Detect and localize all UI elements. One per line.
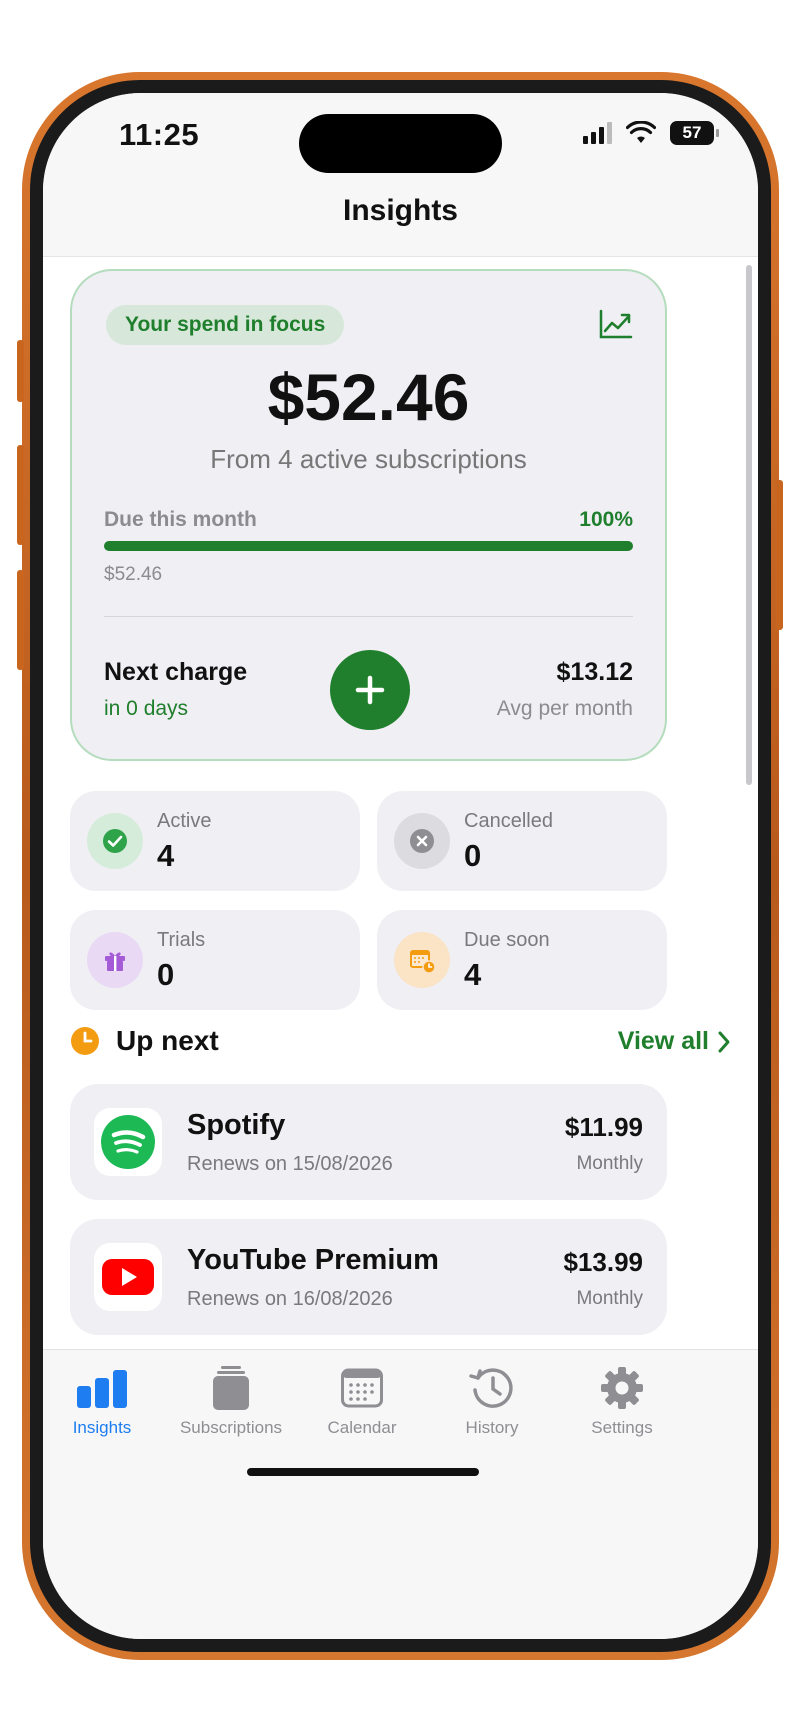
tab-history[interactable]: History	[422, 1364, 562, 1438]
avg-monthly-label: Avg per month	[496, 697, 633, 720]
subscription-cycle: Monthly	[576, 1288, 643, 1309]
tab-label: History	[465, 1418, 519, 1437]
stat-cancelled[interactable]: Cancelled 0	[377, 791, 667, 891]
gift-icon	[105, 952, 125, 971]
avg-monthly-amount: $13.12	[556, 658, 633, 686]
subscription-name: Spotify	[187, 1109, 286, 1141]
home-indicator[interactable]	[247, 1468, 479, 1476]
x-circle-icon	[410, 829, 434, 853]
tab-calendar[interactable]: Calendar	[292, 1364, 432, 1438]
checkmark-icon	[103, 829, 127, 853]
tab-settings[interactable]: Settings	[552, 1364, 692, 1438]
volume-down-button	[17, 570, 24, 670]
next-charge-label: Next charge	[104, 658, 248, 686]
stat-label: Active	[157, 810, 212, 832]
subscription-price: $11.99	[564, 1112, 643, 1142]
youtube-logo	[94, 1243, 162, 1311]
dynamic-island	[299, 114, 502, 173]
trend-chart-icon[interactable]	[599, 309, 633, 339]
stat-icon-wrap	[394, 813, 450, 869]
due-progress-fill	[104, 541, 633, 551]
focus-badge: Your spend in focus	[106, 305, 345, 345]
next-charge-days: in 0 days	[104, 697, 189, 720]
subscription-price: $13.99	[563, 1247, 643, 1277]
tab-bar: Insights Subscriptions Calendar History …	[43, 1349, 758, 1639]
stat-value: 4	[464, 957, 482, 992]
volume-up-button	[17, 445, 24, 545]
tab-insights[interactable]: Insights	[43, 1364, 172, 1438]
add-subscription-button[interactable]	[330, 650, 410, 730]
subscription-row-spotify[interactable]: Spotify Renews on 15/08/2026 $11.99 Mont…	[70, 1084, 667, 1200]
page-title: Insights	[342, 194, 458, 227]
due-this-month-label: Due this month	[104, 508, 257, 531]
status-time: 11:25	[119, 117, 200, 152]
clock-icon	[71, 1027, 99, 1055]
cellular-signal-icon	[583, 122, 612, 144]
due-progress-bar	[104, 541, 633, 551]
stat-value: 4	[157, 838, 175, 873]
spotify-logo	[94, 1108, 162, 1176]
stat-icon-wrap	[87, 932, 143, 988]
chevron-right-icon	[718, 1031, 730, 1052]
subscription-renewal: Renews on 16/08/2026	[187, 1288, 393, 1310]
status-indicators: 57	[583, 121, 719, 145]
spend-focus-card: Your spend in focus $52.46 From 4 active…	[70, 269, 667, 761]
view-all-link[interactable]: View all	[618, 1027, 731, 1056]
stat-icon-wrap	[394, 932, 450, 988]
subscription-renewal: Renews on 15/08/2026	[187, 1153, 393, 1175]
total-spend-amount: $52.46	[267, 360, 470, 434]
up-next-header: Up next	[70, 1025, 219, 1057]
stack-icon	[213, 1366, 249, 1410]
tab-label: Insights	[72, 1418, 132, 1437]
subscription-row-youtube[interactable]: YouTube Premium Renews on 16/08/2026 $13…	[70, 1219, 667, 1335]
up-next-title: Up next	[116, 1025, 219, 1056]
stat-due-soon[interactable]: Due soon 4	[377, 910, 667, 1010]
subscription-name: YouTube Premium	[187, 1244, 439, 1276]
stat-active[interactable]: Active 4	[70, 791, 360, 891]
wifi-icon	[626, 121, 656, 143]
due-percent: 100%	[579, 508, 633, 531]
stat-label: Trials	[157, 929, 206, 951]
stat-icon-wrap	[87, 813, 143, 869]
calendar-icon	[341, 1368, 383, 1408]
battery-icon: 57	[670, 121, 719, 145]
plus-icon	[355, 675, 385, 705]
action-button	[17, 340, 24, 402]
gear-icon	[601, 1367, 643, 1409]
history-icon	[469, 1368, 513, 1408]
spotify-icon	[101, 1115, 155, 1169]
stat-trials[interactable]: Trials 0	[70, 910, 360, 1010]
power-button	[776, 480, 783, 630]
scrollbar[interactable]	[746, 265, 752, 785]
stat-label: Cancelled	[464, 810, 553, 832]
calendar-clock-icon	[410, 950, 436, 974]
nav-divider	[43, 256, 758, 257]
stat-value: 0	[464, 838, 482, 873]
app-screen: 11:25 57 Insights Your spend in focus $5…	[43, 93, 758, 1639]
due-amount: $52.46	[104, 564, 163, 585]
tab-subscriptions[interactable]: Subscriptions	[161, 1364, 301, 1438]
stat-value: 0	[157, 957, 175, 992]
view-all-label: View all	[617, 1027, 709, 1055]
tab-label: Calendar	[327, 1418, 397, 1437]
tab-label: Settings	[591, 1418, 653, 1437]
tab-label: Subscriptions	[179, 1418, 283, 1437]
bar-chart-icon	[77, 1370, 127, 1408]
spend-subtitle: From 4 active subscriptions	[210, 444, 527, 474]
card-divider	[104, 616, 633, 617]
subscription-cycle: Monthly	[576, 1153, 643, 1174]
youtube-icon	[102, 1259, 154, 1295]
stat-label: Due soon	[464, 929, 550, 951]
